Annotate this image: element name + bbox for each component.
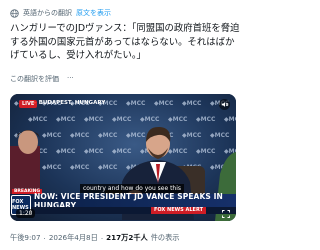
post-text: ハンガリーでのJDヴァンス：「同盟国の政府首班を脅迫する外国の国家元首があっては… [10, 23, 240, 62]
meta-separator: · [100, 233, 104, 243]
post-meta: 午後9:07 · 2026年4月8日 · 217万2千人 件の表示 [10, 233, 179, 243]
video-timestamp: 1:20 [16, 209, 36, 218]
more-icon[interactable]: ··· [67, 74, 74, 84]
fullscreen-icon[interactable] [222, 210, 230, 218]
volume-icon[interactable] [219, 99, 230, 110]
meta-separator: · [43, 233, 46, 243]
rate-translation-row: この翻訳を評価 ··· [10, 74, 74, 84]
location-tag: ▸ BUDAPEST, HUNGARY [34, 100, 105, 106]
translation-label: 英語からの翻訳 [23, 9, 72, 17]
post-date[interactable]: 2026年4月8日 [49, 233, 98, 243]
show-original-link[interactable]: 原文を表示 [76, 8, 111, 18]
location-label: BUDAPEST, HUNGARY [38, 100, 106, 106]
lower-third-banner: NOW: VICE PRESIDENT JD VANCE SPEAKS IN H… [10, 192, 236, 210]
globe-icon [10, 8, 19, 18]
video-player[interactable]: ◆MCC ◆MCC ◆MCC ◆MCC ◆MCC ◆MCC ◆MCC ◆MCC ◆MCC ◆MCC… [10, 94, 236, 221]
view-count: 217万2千人 [106, 233, 148, 242]
translation-notice: 英語からの翻訳 原文を表示 [10, 8, 111, 18]
view-count-suffix: 件の表示 [150, 233, 180, 242]
post-time[interactable]: 午後9:07 [10, 233, 41, 243]
rate-translation-link[interactable]: この翻訳を評価 [10, 74, 59, 84]
location-arrow-icon: ▸ [34, 100, 37, 106]
fox-news-alert: FOX NEWS ALERT [150, 207, 206, 214]
